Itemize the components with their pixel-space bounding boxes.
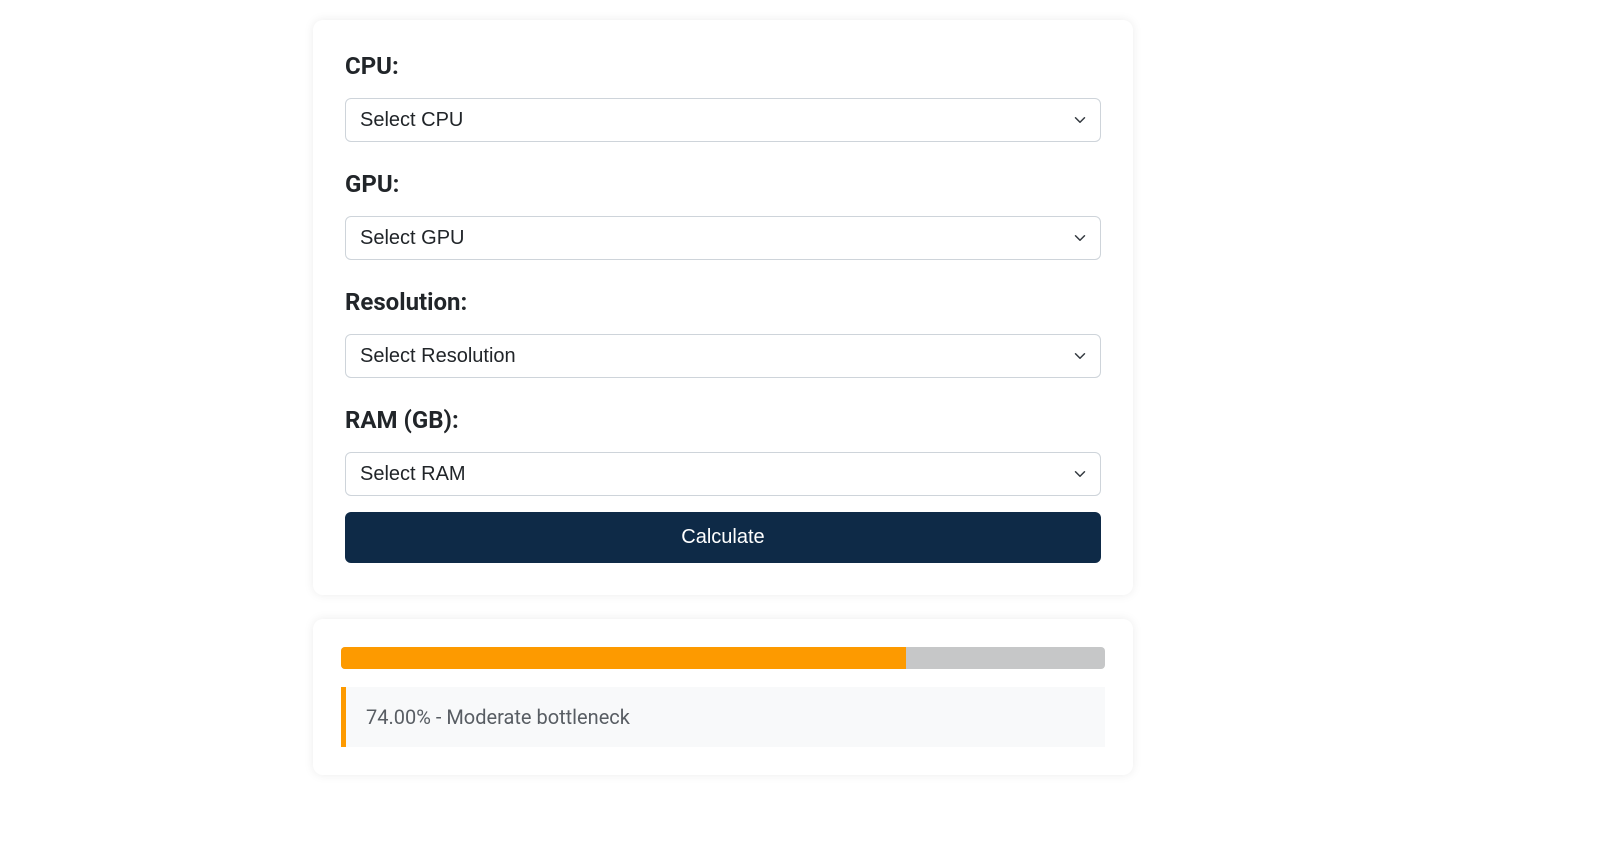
progress-bar: [341, 647, 906, 669]
cpu-label: CPU:: [345, 52, 1101, 80]
cpu-group: CPU: Select CPU: [345, 52, 1101, 162]
resolution-group: Resolution: Select Resolution: [345, 288, 1101, 398]
result-card: 74.00% - Moderate bottleneck: [313, 619, 1133, 775]
gpu-group: GPU: Select GPU: [345, 170, 1101, 280]
calculate-button[interactable]: Calculate: [345, 512, 1101, 563]
calculator-form-card: CPU: Select CPU GPU: Select GPU Resoluti…: [313, 20, 1133, 595]
progress-track: [341, 647, 1105, 669]
ram-select[interactable]: Select RAM: [345, 452, 1101, 496]
ram-label: RAM (GB):: [345, 406, 1101, 434]
gpu-select[interactable]: Select GPU: [345, 216, 1101, 260]
resolution-label: Resolution:: [345, 288, 1101, 316]
gpu-label: GPU:: [345, 170, 1101, 198]
bottleneck-alert: 74.00% - Moderate bottleneck: [341, 687, 1105, 747]
cpu-select[interactable]: Select CPU: [345, 98, 1101, 142]
resolution-select[interactable]: Select Resolution: [345, 334, 1101, 378]
ram-group: RAM (GB): Select RAM: [345, 406, 1101, 504]
